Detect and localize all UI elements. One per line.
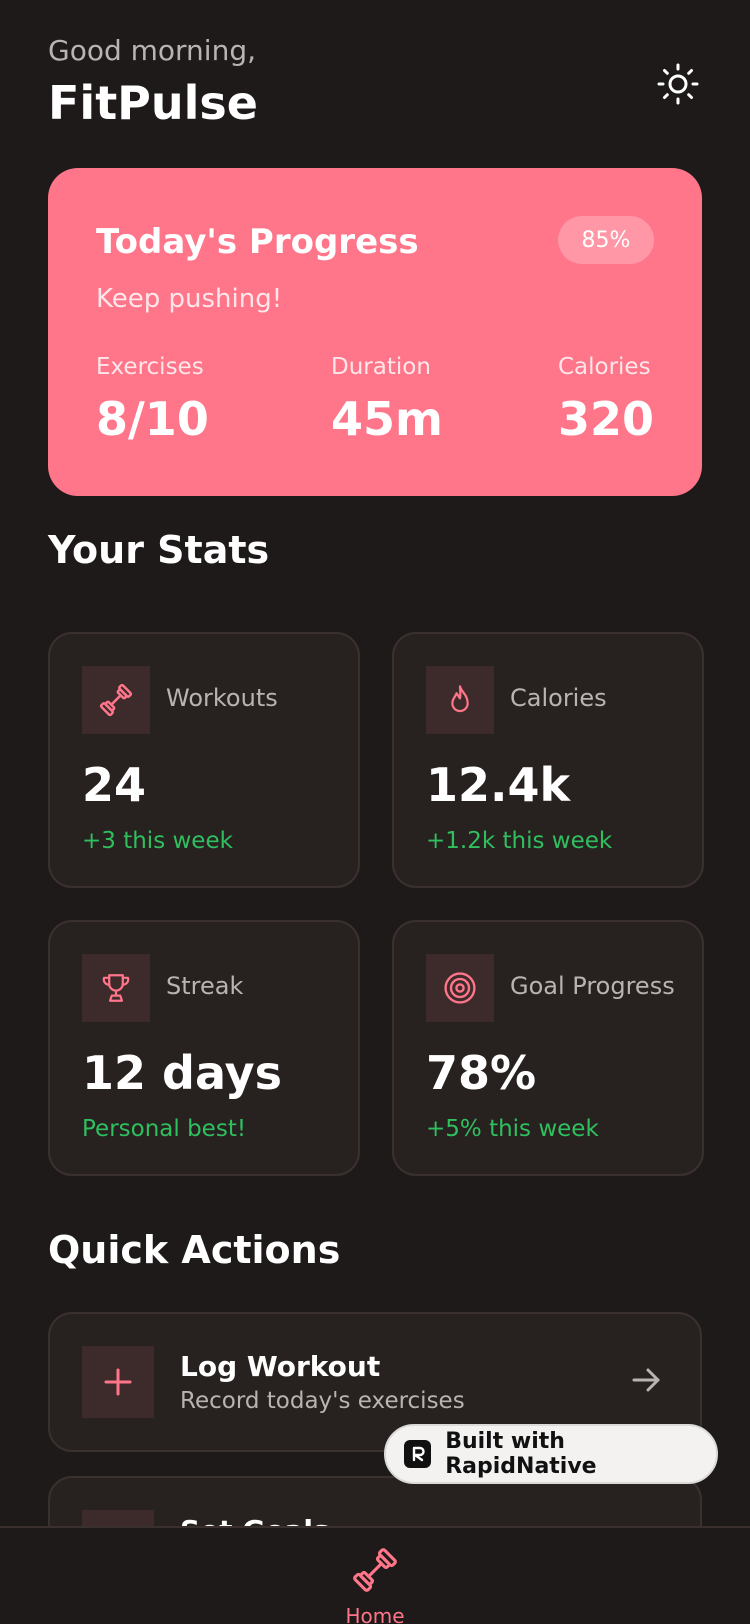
progress-percent-badge: 85% — [558, 216, 654, 264]
target-icon — [444, 972, 476, 1004]
stat-icon-box — [82, 954, 150, 1022]
metric-label: Exercises — [96, 354, 204, 380]
stats-section-title: Your Stats — [48, 528, 270, 572]
metric-duration: Duration 45m — [331, 354, 443, 446]
stat-delta: Personal best! — [82, 1116, 247, 1142]
stat-label: Workouts — [166, 684, 278, 712]
stat-card-goal-progress[interactable]: Goal Progress 78% +5% this week — [392, 920, 704, 1176]
stat-delta: +5% this week — [426, 1116, 599, 1142]
home-screen: Good morning, FitPulse Today's Progress … — [0, 0, 750, 1624]
stat-card-streak[interactable]: Streak 12 days Personal best! — [48, 920, 360, 1176]
rapidnative-logo-icon — [404, 1440, 432, 1468]
metric-calories: Calories 320 — [558, 354, 654, 446]
built-with-badge[interactable]: Built with RapidNative — [384, 1424, 718, 1484]
dumbbell-icon — [99, 683, 133, 717]
metric-value: 45m — [331, 392, 443, 446]
metric-exercises: Exercises 8/10 — [96, 354, 209, 446]
progress-subtitle: Keep pushing! — [96, 284, 283, 314]
quick-actions-title: Quick Actions — [48, 1228, 341, 1272]
stat-label: Goal Progress — [510, 972, 675, 1000]
dumbbell-icon — [353, 1548, 397, 1592]
plus-icon — [104, 1368, 132, 1396]
built-with-label: Built with RapidNative — [445, 1429, 597, 1479]
stat-label: Streak — [166, 972, 244, 1000]
stat-delta: +1.2k this week — [426, 828, 613, 854]
stat-value: 12 days — [82, 1046, 282, 1100]
stat-value: 24 — [82, 758, 147, 812]
bottom-nav: Home — [0, 1526, 750, 1624]
stat-card-workouts[interactable]: Workouts 24 +3 this week — [48, 632, 360, 888]
stat-value: 78% — [426, 1046, 537, 1100]
stat-value: 12.4k — [426, 758, 571, 812]
stat-delta: +3 this week — [82, 828, 233, 854]
stat-card-calories[interactable]: Calories 12.4k +1.2k this week — [392, 632, 704, 888]
action-icon-box — [82, 1346, 154, 1418]
metric-value: 8/10 — [96, 392, 209, 446]
theme-toggle-button[interactable] — [652, 58, 704, 110]
nav-item-home[interactable]: Home — [335, 1544, 415, 1624]
trophy-icon — [102, 974, 130, 1002]
stat-icon-box — [426, 954, 494, 1022]
metric-label: Calories — [557, 354, 651, 380]
stat-icon-box — [82, 666, 150, 734]
stat-icon-box — [426, 666, 494, 734]
sun-icon — [657, 63, 699, 105]
greeting-text: Good morning, — [48, 34, 257, 67]
arrow-right-icon — [628, 1362, 664, 1402]
metric-label: Duration — [331, 354, 431, 380]
metric-value: 320 — [557, 392, 654, 446]
app-title: FitPulse — [48, 76, 258, 130]
flame-icon — [451, 685, 469, 713]
todays-progress-card[interactable]: Today's Progress 85% Keep pushing! Exerc… — [48, 168, 702, 496]
progress-title: Today's Progress — [96, 222, 419, 262]
action-subtitle: Record today's exercises — [180, 1388, 465, 1414]
stat-label: Calories — [510, 684, 607, 712]
nav-label-home: Home — [345, 1604, 405, 1624]
action-title: Log Workout — [180, 1350, 381, 1383]
